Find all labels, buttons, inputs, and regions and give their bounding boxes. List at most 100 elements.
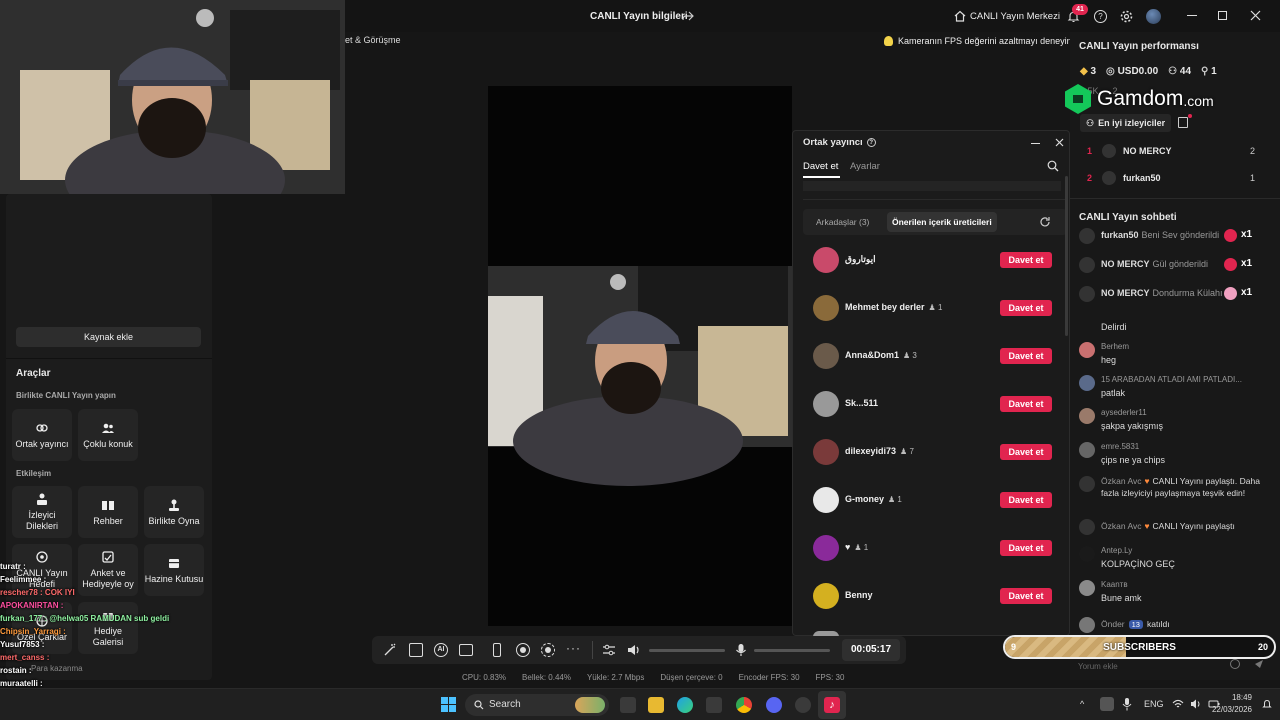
tray-app-icon[interactable] <box>1100 697 1114 711</box>
taskbar-search[interactable]: Search <box>465 694 609 716</box>
avatar[interactable] <box>1079 617 1095 633</box>
info-icon[interactable]: ? <box>866 138 876 147</box>
clock-date[interactable]: 22/03/2026 <box>1207 705 1252 714</box>
invite-button[interactable]: Davet et <box>1000 540 1052 556</box>
avatar[interactable] <box>1079 442 1095 458</box>
panel-minimize-icon[interactable] <box>1031 143 1040 144</box>
search-icon[interactable] <box>1047 160 1059 172</box>
invite-button[interactable]: Davet et <box>1000 588 1052 604</box>
invite-button[interactable]: Davet et <box>1000 492 1052 508</box>
live-center-label[interactable]: CANLI Yayın Merkezi <box>970 11 1060 22</box>
subtab-friends[interactable]: Arkadaşlar (3) <box>816 217 869 227</box>
chat-username[interactable]: emre.5831 <box>1101 442 1139 451</box>
comment-input[interactable]: Yorum ekle <box>1078 662 1118 671</box>
panel-close-icon[interactable] <box>1055 138 1064 147</box>
avatar[interactable] <box>1079 408 1095 424</box>
app-icon[interactable] <box>795 697 811 713</box>
tray-overflow-icon[interactable]: ^ <box>1080 699 1084 709</box>
chrome-icon[interactable] <box>736 697 752 713</box>
avatar[interactable] <box>1079 228 1095 244</box>
notification-center-icon[interactable] <box>1262 699 1272 709</box>
avatar[interactable] <box>813 583 839 609</box>
camera-icon[interactable] <box>541 643 555 657</box>
top-viewer-name[interactable]: NO MERCY <box>1123 146 1172 156</box>
tab-invite[interactable]: Davet et <box>803 161 838 172</box>
subtab-suggested[interactable]: Önerilen içerik üreticileri <box>887 212 997 232</box>
tray-mic-icon[interactable] <box>1122 698 1132 711</box>
tiktok-live-studio-task[interactable]: ♪ <box>818 691 846 719</box>
top-viewer-name[interactable]: furkan50 <box>1123 173 1161 183</box>
wifi-icon[interactable] <box>1172 698 1184 710</box>
play-together-tool[interactable]: Birlikte Oyna <box>144 486 204 538</box>
avatar[interactable] <box>813 247 839 273</box>
magic-wand-icon[interactable] <box>383 643 397 657</box>
avatar[interactable] <box>1102 171 1116 185</box>
send-icon[interactable] <box>1254 659 1264 669</box>
viewer-wishes-tool[interactable]: İzleyici Dilekleri <box>12 486 72 538</box>
avatar[interactable] <box>813 439 839 465</box>
guide-tool[interactable]: Rehber <box>78 486 138 538</box>
top-viewers-button[interactable]: ⚇ En iyi izleyiciler <box>1080 114 1172 132</box>
avatar[interactable] <box>1079 342 1095 358</box>
invite-button[interactable]: Davet et <box>1000 348 1052 364</box>
gear-icon[interactable] <box>1120 10 1133 23</box>
avatar[interactable] <box>1079 546 1095 562</box>
refresh-icon[interactable] <box>1039 216 1051 228</box>
invite-button[interactable]: Davet et <box>1000 252 1052 268</box>
share-icon[interactable] <box>682 10 694 22</box>
portrait-icon[interactable] <box>493 643 501 657</box>
avatar[interactable] <box>813 487 839 513</box>
avatar[interactable] <box>813 343 839 369</box>
candidate-name[interactable]: Mehmet bey derler ♟ 1 <box>845 302 942 312</box>
emoji-icon[interactable] <box>1230 659 1240 669</box>
maximize-icon[interactable] <box>1218 11 1227 20</box>
chat-username[interactable]: Berhem <box>1101 342 1129 351</box>
avatar[interactable] <box>1079 580 1095 596</box>
candidate-name[interactable]: Anna&Dom1 ♟ 3 <box>845 350 917 360</box>
invite-button[interactable]: Davet et <box>1000 396 1052 412</box>
speaker-icon[interactable] <box>627 643 641 657</box>
close-icon[interactable] <box>1250 10 1261 21</box>
ai-icon[interactable]: AI <box>434 643 448 657</box>
multi-guest-tool[interactable]: Çoklu konuk <box>78 409 138 461</box>
candidate-name[interactable]: Benny <box>845 590 873 600</box>
candidate-name[interactable]: dilexeyidi73 ♟ 7 <box>845 446 914 456</box>
candidate-name[interactable]: ♥ ♟ 1 <box>845 542 868 552</box>
sliders-icon[interactable] <box>602 643 616 657</box>
speaker-volume-slider[interactable] <box>649 649 725 652</box>
add-scene-icon[interactable] <box>459 644 473 656</box>
avatar[interactable] <box>813 535 839 561</box>
avatar[interactable] <box>1079 286 1095 302</box>
invite-button[interactable]: Davet et <box>1000 444 1052 460</box>
edge-icon[interactable] <box>677 697 693 713</box>
chat-username[interactable]: Kaanтв <box>1101 580 1128 589</box>
mic-volume-slider[interactable] <box>754 649 830 652</box>
file-explorer-icon[interactable] <box>648 697 664 713</box>
chat-username[interactable]: aysederler11 <box>1101 408 1147 417</box>
volume-icon[interactable] <box>1190 698 1202 710</box>
tab-settings[interactable]: Ayarlar <box>850 161 880 172</box>
chat-username[interactable]: Antep.Ly <box>1101 546 1132 555</box>
more-icon[interactable]: ··· <box>566 641 581 655</box>
clock-time[interactable]: 18:49 <box>1226 693 1252 702</box>
avatar[interactable] <box>1079 257 1095 273</box>
invite-button[interactable]: Davet et <box>1000 300 1052 316</box>
scene-tab-partial[interactable]: et & Görüşme <box>345 35 401 45</box>
home-icon[interactable] <box>954 10 966 22</box>
windows-start-icon[interactable] <box>441 697 456 712</box>
stream-info-title[interactable]: CANLI Yayın bilgileri <box>590 11 688 22</box>
help-icon[interactable]: ? <box>1094 10 1107 23</box>
record-button[interactable] <box>516 643 530 657</box>
avatar[interactable] <box>1079 375 1095 391</box>
list-icon[interactable] <box>1178 117 1188 128</box>
profile-avatar[interactable] <box>1146 9 1161 24</box>
discord-icon[interactable] <box>766 697 782 713</box>
candidate-name[interactable]: G-money ♟ 1 <box>845 494 902 504</box>
cohost-tool[interactable]: Ortak yayıncı <box>12 409 72 461</box>
chat-username[interactable]: 15 ARABADAN ATLADI AMI PATLADI... <box>1101 375 1242 384</box>
microphone-icon[interactable] <box>735 643 747 657</box>
candidate-name[interactable]: ايوتاروق <box>845 254 876 265</box>
add-source-button[interactable]: Kaynak ekle <box>16 327 201 347</box>
avatar[interactable] <box>1102 144 1116 158</box>
minimize-icon[interactable] <box>1187 15 1197 16</box>
